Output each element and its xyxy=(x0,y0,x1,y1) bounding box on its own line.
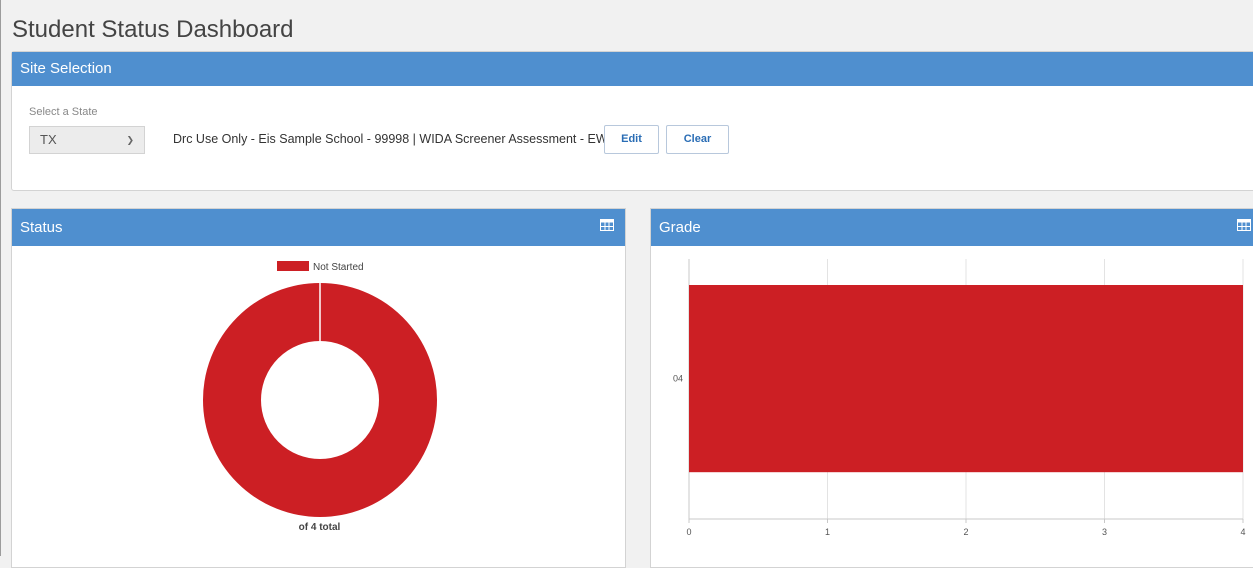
donut-total-caption: of 4 total xyxy=(298,522,341,533)
state-select-value: TX xyxy=(40,132,57,147)
state-select-label: Select a State xyxy=(29,106,98,118)
x-tick-label: 3 xyxy=(1102,527,1107,537)
clear-button[interactable]: Clear xyxy=(666,125,729,154)
x-tick-label: 2 xyxy=(963,527,968,537)
grade-bar-chart: 0 1 2 3 4 04 xyxy=(673,259,1246,537)
x-tick-label: 0 xyxy=(686,527,691,537)
grid-table-icon[interactable] xyxy=(1237,219,1251,231)
page-title: Student Status Dashboard xyxy=(12,16,294,43)
status-header-title: Status xyxy=(20,219,63,236)
left-border xyxy=(0,0,1,556)
site-description: Drc Use Only - Eis Sample School - 99998… xyxy=(173,132,638,146)
grade-bar[interactable] xyxy=(689,285,1243,473)
legend-swatch xyxy=(277,261,309,271)
site-selection-panel: Site Selection Select a State TX ❯ Drc U… xyxy=(11,51,1253,191)
site-selection-header: Site Selection xyxy=(12,52,1253,86)
y-category-label: 04 xyxy=(673,374,683,384)
x-tick-label: 1 xyxy=(825,527,830,537)
x-tick-label: 4 xyxy=(1240,527,1245,537)
status-donut-chart xyxy=(203,283,437,517)
status-panel: Status Not Started of 4 total xyxy=(11,208,626,568)
grade-header-title: Grade xyxy=(659,219,701,236)
state-select[interactable]: TX ❯ xyxy=(29,126,145,154)
grade-header: Grade xyxy=(651,209,1253,246)
grade-panel: Grade 0 1 2 3 4 04 xyxy=(650,208,1253,568)
grid-table-icon[interactable] xyxy=(600,219,614,231)
edit-button[interactable]: Edit xyxy=(604,125,659,154)
chevron-down-icon: ❯ xyxy=(126,135,134,145)
status-header: Status xyxy=(12,209,625,246)
